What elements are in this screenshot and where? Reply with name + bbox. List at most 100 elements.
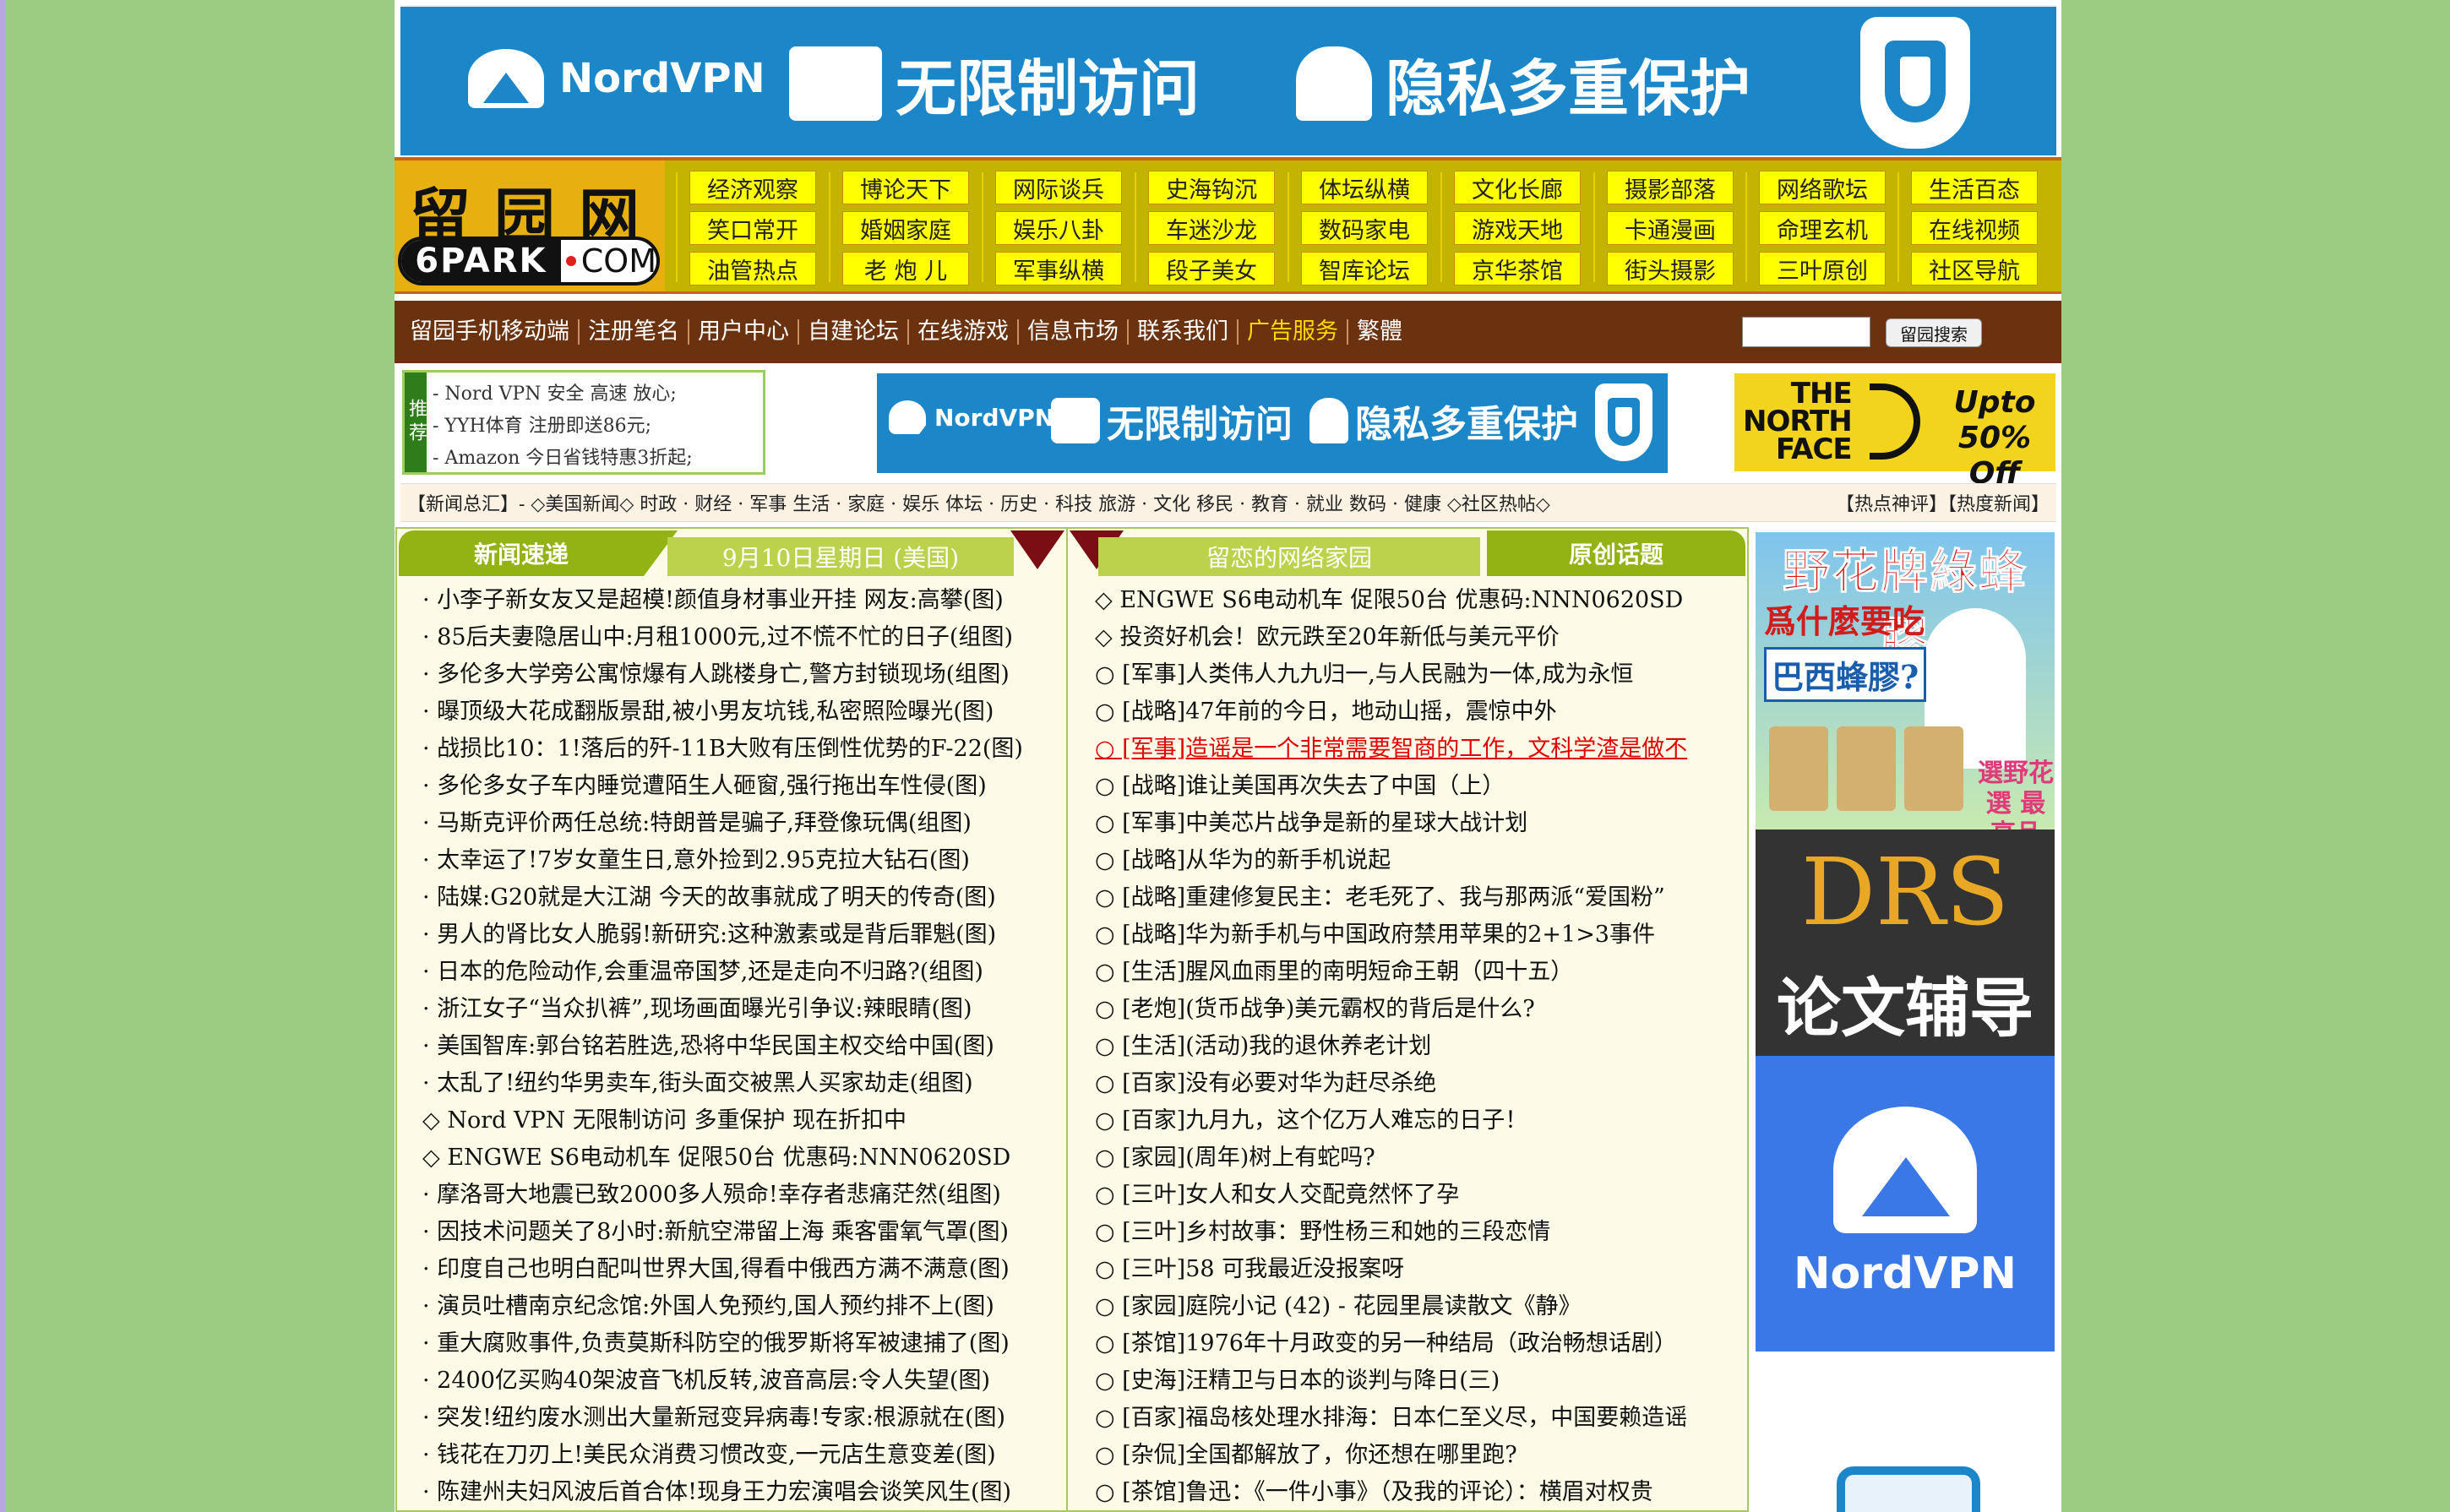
category-link[interactable]: 智库论坛 [1301, 252, 1428, 286]
forum-post-link[interactable]: ○ [三叶]58 可我最近没报案呀 [1095, 1250, 1404, 1283]
news-headline[interactable]: · 曝顶级大花成翻版景甜,被小男友坑钱,私密照险曝光(图) [422, 693, 994, 726]
category-link[interactable]: 段子美女 [1148, 252, 1275, 286]
news-headline[interactable]: · 太幸运了!7岁女童生日,意外捡到2.95克拉大钻石(图) [422, 841, 970, 874]
forum-post-link[interactable]: ○ [三叶]女人和女人交配竟然怀了孕 [1095, 1176, 1459, 1209]
news-headline[interactable]: · 多伦多大学旁公寓惊爆有人跳楼身亡,警方封锁现场(组图) [422, 655, 1010, 688]
category-link[interactable]: 体坛纵横 [1301, 171, 1428, 204]
news-headline[interactable]: · 钱花在刀刃上!美民众消费习惯改变,一元店生意变差(图) [422, 1436, 996, 1469]
forum-post-link[interactable]: ○ [百家]没有必要对华为赶尽杀绝 [1095, 1064, 1436, 1097]
news-headline[interactable]: · 2400亿买购40架波音飞机反转,波音高层:令人失望(图) [422, 1362, 990, 1395]
search-button[interactable]: 留园搜索 [1886, 318, 1982, 347]
top-link[interactable]: 注册笔名 [580, 319, 689, 345]
forum-post-link[interactable]: ○ [战略]重建修复民主：老毛死了、我与那两派“爱国粉” [1095, 878, 1665, 911]
forum-post-link[interactable]: ◇ ENGWE S6电动机车 促限50台 优惠码:NNN0620SD [1095, 581, 1683, 614]
category-link[interactable]: 老 炮 儿 [842, 252, 969, 286]
news-headline[interactable]: · 小李子新女友又是超模!颜值身材事业开挂 网友:高攀(图) [422, 581, 1004, 614]
category-link[interactable]: 车迷沙龙 [1148, 211, 1275, 245]
category-link[interactable]: 生活百态 [1911, 171, 2038, 204]
category-link[interactable]: 街头摄影 [1607, 252, 1734, 286]
top-link[interactable]: 自建论坛 [799, 319, 909, 345]
news-headline[interactable]: · 印度自己也明白配叫世界大国,得看中俄西方满不满意(图) [422, 1250, 1010, 1283]
site-logo[interactable]: 留园网 6PARK COM [395, 160, 665, 291]
top-link[interactable]: 广告服务 [1239, 319, 1348, 345]
category-link[interactable]: 网际谈兵 [995, 171, 1122, 204]
forum-post-link[interactable]: ○ [军事]中美芯片战争是新的星球大战计划 [1095, 804, 1527, 837]
forum-post-link[interactable]: ○ [家园]庭院小记 (42) - 花园里晨读散文《静》 [1095, 1287, 1582, 1320]
top-ad-banner[interactable]: NordVPN 无限制访问 隐私多重保护 [400, 5, 2056, 155]
category-link[interactable]: 婚姻家庭 [842, 211, 969, 245]
forum-post-link[interactable]: ○ [茶馆]1976年十月政变的另一种结局（政治畅想话剧） [1095, 1324, 1677, 1357]
category-link[interactable]: 京华茶馆 [1454, 252, 1581, 286]
forum-post-link[interactable]: ○ [战略]从华为的新手机说起 [1095, 841, 1391, 874]
category-link[interactable]: 博论天下 [842, 171, 969, 204]
honey-ad[interactable]: 野花牌綠蜂膠 爲什麼要吃 巴西蜂膠? 選野花選 最高品質! [1756, 532, 2055, 879]
news-headline[interactable]: · 85后夫妻隐居山中:月租1000元,过不慌不忙的日子(组图) [422, 618, 1013, 651]
forum-tab-original[interactable]: 原创话题 [1487, 530, 1745, 576]
category-link[interactable]: 摄影部落 [1607, 171, 1734, 204]
news-headline[interactable]: · 马斯克评价两任总统:特朗普是骗子,拜登像玩偶(组图) [422, 804, 972, 837]
top-link[interactable]: 在线游戏 [909, 319, 1019, 345]
category-link[interactable]: 数码家电 [1301, 211, 1428, 245]
category-link[interactable]: 史海钩沉 [1148, 171, 1275, 204]
category-link[interactable]: 在线视频 [1911, 211, 2038, 245]
category-link[interactable]: 网络歌坛 [1759, 171, 1886, 204]
category-link[interactable]: 油管热点 [689, 252, 816, 286]
forum-post-link[interactable]: ○ [家园](周年)树上有蛇吗? [1095, 1139, 1375, 1172]
forum-post-link[interactable]: ○ [生活](活动)我的退休养老计划 [1095, 1027, 1431, 1060]
category-link[interactable]: 三叶原创 [1759, 252, 1886, 286]
category-link[interactable]: 经济观察 [689, 171, 816, 204]
news-headline[interactable]: · 因技术问题关了8小时:新航空滞留上海 乘客雷氧气罩(图) [422, 1213, 1009, 1246]
forum-post-link[interactable]: ○ [战略]谁让美国再次失去了中国（上） [1095, 767, 1505, 800]
recommend-link[interactable]: - Amazon 今日省钱特惠3折起; [433, 443, 693, 470]
forum-post-link[interactable]: ○ [战略]47年前的今日，地动山摇，震惊中外 [1095, 693, 1557, 726]
category-link[interactable]: 命理玄机 [1759, 211, 1886, 245]
forum-post-link[interactable]: ○ [茶馆]鲁迅：《一件小事》（及我的评论）：横眉对权贵 [1095, 1473, 1653, 1506]
news-headline[interactable]: · 多伦多女子车内睡觉遭陌生人砸窗,强行拖出车性侵(图) [422, 767, 987, 800]
forum-post-link[interactable]: ○ [三叶]乡村故事：野性杨三和她的三段恋情 [1095, 1213, 1550, 1246]
top-link[interactable]: 信息市场 [1019, 319, 1129, 345]
forum-post-link[interactable]: ○ [军事]造谣是一个非常需要智商的工作，文科学渣是做不 [1095, 730, 1687, 763]
category-link[interactable]: 卡通漫画 [1607, 211, 1734, 245]
top-link[interactable]: 用户中心 [689, 319, 799, 345]
forum-post-link[interactable]: ○ [史海]汪精卫与日本的谈判与降日(三) [1095, 1362, 1500, 1395]
search-input[interactable] [1742, 317, 1870, 347]
news-headline[interactable]: · 重大腐败事件,负责莫斯科防空的俄罗斯将军被逮捕了(图) [422, 1324, 1010, 1357]
top-link[interactable]: 联系我们 [1129, 319, 1239, 345]
news-headline[interactable]: · 陆媒:G20就是大江湖 今天的故事就成了明天的传奇(图) [422, 878, 996, 911]
top-link[interactable]: 繁體 [1348, 319, 1411, 345]
mid-ad-banner[interactable]: NordVPN 无限制访问 隐私多重保护 [877, 373, 1668, 473]
category-link[interactable]: 游戏天地 [1454, 211, 1581, 245]
recommend-link[interactable]: - Nord VPN 安全 高速 放心; [433, 378, 677, 405]
news-headline[interactable]: · 美国智库:郭台铭若胜选,恐将中华民国主权交给中国(图) [422, 1027, 994, 1060]
news-headline[interactable]: · 太乱了!纽约华男卖车,街头面交被黑人买家劫走(组图) [422, 1064, 973, 1097]
news-headline[interactable]: · 摩洛哥大地震已致2000多人殒命!幸存者悲痛茫然(组图) [422, 1176, 1001, 1209]
news-headline[interactable]: · 浙江女子“当众扒裤”,现场画面曝光引争议:辣眼睛(图) [422, 990, 972, 1023]
forum-post-link[interactable]: ○ [军事]人类伟人九九归一,与人民融为一体,成为永恒 [1095, 655, 1633, 688]
forum-post-link[interactable]: ○ [杂侃]全国都解放了，你还想在哪里跑? [1095, 1436, 1517, 1469]
news-headline[interactable]: · 突发!纽约废水测出大量新冠变异病毒!专家:根源就在(图) [422, 1399, 1005, 1432]
drs-ad[interactable]: DRS 论文辅导 [1756, 829, 2055, 1056]
top-link[interactable]: 留园手机移动端 [401, 319, 580, 345]
category-link[interactable]: 笑口常开 [689, 211, 816, 245]
forum-post-link[interactable]: ○ [老炮](货币战争)美元霸权的背后是什么? [1095, 990, 1535, 1023]
news-headline[interactable]: ◇ Nord VPN 无限制访问 多重保护 现在折扣中 [422, 1101, 906, 1134]
news-headline[interactable]: · 日本的危险动作,会重温帝国梦,还是走向不归路?(组图) [422, 953, 983, 986]
forum-post-link[interactable]: ◇ 投资好机会！欧元跌至20年新低与美元平价 [1095, 618, 1560, 651]
news-headline[interactable]: ◇ ENGWE S6电动机车 促限50台 优惠码:NNN0620SD [422, 1139, 1010, 1172]
forum-post-link[interactable]: ○ [生活]腥风血雨里的南明短命王朝（四十五） [1095, 953, 1573, 986]
nordvpn-side-ad[interactable]: NordVPN [1756, 1056, 2055, 1352]
bottom-side-ad[interactable] [1756, 1352, 2055, 1512]
news-headline[interactable]: · 演员吐槽南京纪念馆:外国人免预约,国人预约排不上(图) [422, 1287, 994, 1320]
category-link[interactable]: 文化长廊 [1454, 171, 1581, 204]
category-link[interactable]: 娱乐八卦 [995, 211, 1122, 245]
category-link[interactable]: 军事纵横 [995, 252, 1122, 286]
news-headline[interactable]: · 陈建州夫妇风波后首合体!现身王力宏演唱会谈笑风生(图) [422, 1473, 1011, 1506]
news-headline[interactable]: · 战损比10：1!落后的歼-11B大败有压倒性优势的F-22(图) [422, 730, 1023, 763]
ticker-categories[interactable]: 【新闻总汇】- ◇美国新闻◇ 时政 · 财经 · 军事 生活 · 家庭 · 娱乐… [407, 489, 1550, 516]
north-face-ad[interactable]: THE NORTH FACE Upto 50% Off [1734, 373, 2055, 491]
recommend-link[interactable]: - YYH体育 注册即送86元; [433, 411, 651, 438]
forum-post-link[interactable]: ○ [百家]九月九，这个亿万人难忘的日子！ [1095, 1101, 1527, 1134]
news-headline[interactable]: · 男人的肾比女人脆弱!新研究:这种激素或是背后罪魁(图) [422, 916, 996, 949]
ticker-hot[interactable]: 【热点神评】【热度新闻】 [1836, 489, 2050, 516]
category-link[interactable]: 社区导航 [1911, 252, 2038, 286]
